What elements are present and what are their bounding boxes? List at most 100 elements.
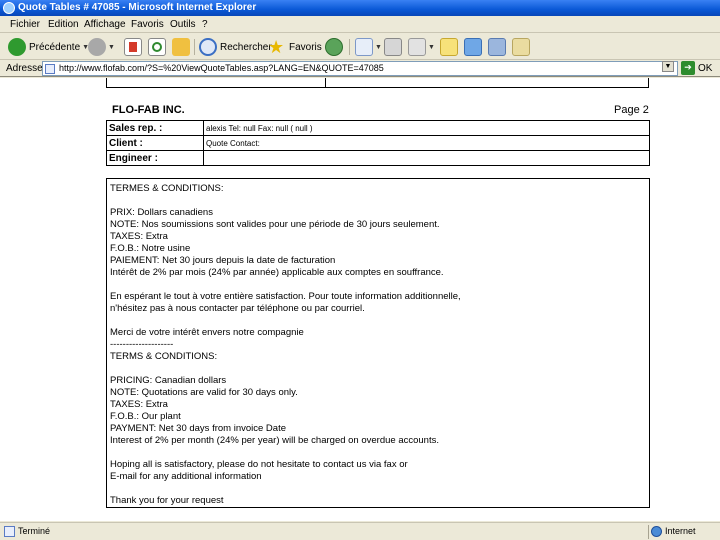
research-icon <box>512 38 530 56</box>
terms-line: TERMS & CONDITIONS: <box>110 351 218 362</box>
history-button[interactable] <box>325 37 343 57</box>
back-button[interactable]: Précédente ▼ <box>8 37 89 57</box>
star-icon: ★ <box>268 37 285 57</box>
terms-line: PRICING: Canadian dollars <box>110 375 227 386</box>
terms-line <box>110 195 649 207</box>
menu-outils[interactable]: Outils <box>170 19 196 30</box>
forward-arrow-icon <box>88 38 106 56</box>
page-done-icon <box>4 526 15 537</box>
chevron-down-icon: ▼ <box>428 43 435 51</box>
terms-line: TAXES: Extra <box>110 231 168 242</box>
terms-line: PAIEMENT: Net 30 jours depuis la date de… <box>110 255 336 266</box>
chevron-down-icon: ▼ <box>375 43 382 51</box>
terms-line: PRIX: Dollars canadiens <box>110 207 213 218</box>
terms-line: F.O.B.: Notre usine <box>110 243 191 254</box>
mail-button[interactable]: ▼ <box>355 37 382 57</box>
page-icon <box>45 64 55 74</box>
terms-line <box>110 279 649 291</box>
page-content: FLO-FAB INC. Page 2 Sales rep. : alexis … <box>0 78 720 521</box>
page-number: Page 2 <box>614 104 649 116</box>
go-button[interactable]: OK <box>698 63 712 74</box>
sales-rep-value: alexis Tel: null Fax: null ( null ) <box>203 120 650 136</box>
back-label: Précédente <box>29 41 81 53</box>
refresh-button[interactable] <box>148 37 166 57</box>
menu-favoris[interactable]: Favoris <box>131 19 164 30</box>
mail-icon <box>355 38 373 56</box>
table-divider <box>325 78 326 88</box>
engineer-value <box>203 150 650 166</box>
table-row: Sales rep. : alexis Tel: null Fax: null … <box>106 120 650 136</box>
print-button[interactable] <box>384 37 402 57</box>
status-text: Terminé <box>18 526 51 536</box>
terms-line: Interest of 2% per month (24% per year) … <box>110 435 439 446</box>
note-icon <box>440 38 458 56</box>
internet-explorer-icon <box>3 2 15 14</box>
media-button[interactable] <box>488 37 506 57</box>
back-arrow-icon <box>8 38 26 56</box>
edit-button[interactable]: ▼ <box>408 37 435 57</box>
title-bar: Quote Tables # 47085 - Microsoft Interne… <box>0 0 720 16</box>
terms-conditions-box: TERMES & CONDITIONS: PRIX: Dollars canad… <box>106 178 650 508</box>
table-row: Client : Quote Contact: <box>106 135 650 151</box>
terms-line: Thank you for your request <box>110 495 224 506</box>
media-icon <box>488 38 506 56</box>
terms-line <box>110 447 649 459</box>
printer-icon <box>384 38 402 56</box>
edit-icon <box>408 38 426 56</box>
terms-line: -------------------- <box>110 339 174 350</box>
sales-rep-label: Sales rep. : <box>106 120 204 136</box>
address-url: http://www.flofab.com/?S=%20ViewQuoteTab… <box>59 63 384 73</box>
favorites-button[interactable]: ★ Favoris <box>268 37 322 57</box>
status-bar: Terminé Internet <box>0 522 720 540</box>
terms-line: n'hésitez pas à nous contacter par télép… <box>110 303 365 314</box>
terms-line: TAXES: Extra <box>110 399 168 410</box>
terms-line: F.O.B.: Our plant <box>110 411 181 422</box>
search-button[interactable]: Rechercher <box>199 37 272 57</box>
discuss-button[interactable] <box>440 37 458 57</box>
terms-line: E-mail for any additional information <box>110 471 262 482</box>
menu-help[interactable]: ? <box>202 19 208 30</box>
search-icon <box>199 38 217 56</box>
toolbar-separator <box>349 39 350 55</box>
previous-page-table-bottom <box>106 78 649 88</box>
stop-icon <box>124 38 142 56</box>
quote-info-table: Sales rep. : alexis Tel: null Fax: null … <box>106 120 650 166</box>
menu-affichage[interactable]: Affichage <box>84 19 126 30</box>
toolbar: Précédente ▼ ▼ Rechercher ★ Favoris ▼ ▼ <box>0 34 720 60</box>
stop-button[interactable] <box>124 37 142 57</box>
menu-fichier[interactable]: Fichier <box>10 19 40 30</box>
toolbar-separator <box>194 39 195 55</box>
engineer-label: Engineer : <box>106 150 204 166</box>
globe-icon <box>651 526 662 537</box>
favorites-label: Favoris <box>289 41 322 53</box>
go-arrow-icon[interactable]: ➔ <box>681 61 695 75</box>
table-row: Engineer : <box>106 150 650 166</box>
menu-edition[interactable]: Edition <box>48 19 79 30</box>
search-label: Rechercher <box>220 41 272 53</box>
security-zone: Internet <box>648 525 718 539</box>
terms-line <box>110 483 649 495</box>
terms-line <box>110 315 649 327</box>
home-button[interactable] <box>172 37 190 57</box>
company-name: FLO-FAB INC. <box>112 104 185 116</box>
forward-button[interactable]: ▼ <box>88 37 115 57</box>
address-dropdown-button[interactable]: ▼ <box>662 61 674 72</box>
terms-line: NOTE: Quotations are valid for 30 days o… <box>110 387 298 398</box>
terms-line: PAYMENT: Net 30 days from invoice Date <box>110 423 286 434</box>
history-icon <box>325 38 343 56</box>
terms-line: Merci de votre intérêt envers notre comp… <box>110 327 304 338</box>
menu-bar: Fichier Edition Affichage Favoris Outils… <box>0 16 720 33</box>
chevron-down-icon: ▼ <box>108 43 115 51</box>
address-input[interactable]: http://www.flofab.com/?S=%20ViewQuoteTab… <box>42 61 678 76</box>
messenger-button[interactable] <box>464 37 482 57</box>
terms-line: TERMES & CONDITIONS: <box>110 183 224 194</box>
research-button[interactable] <box>512 37 530 57</box>
window-title: Quote Tables # 47085 - Microsoft Interne… <box>18 2 257 13</box>
address-label: Adresse <box>6 63 43 74</box>
terms-line <box>110 363 649 375</box>
refresh-icon <box>148 38 166 56</box>
messenger-icon <box>464 38 482 56</box>
terms-line: NOTE: Nos soumissions sont valides pour … <box>110 219 440 230</box>
client-label: Client : <box>106 135 204 151</box>
terms-line: Hoping all is satisfactory, please do no… <box>110 459 408 470</box>
